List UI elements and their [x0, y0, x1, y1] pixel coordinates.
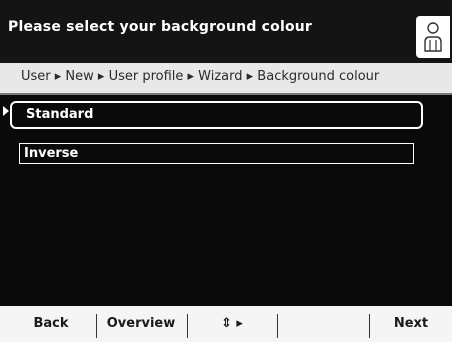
back-button[interactable]: Back [16, 306, 86, 342]
overview-button[interactable]: Overview [98, 306, 184, 342]
navigate-button[interactable]: ⇕ ▸ [190, 306, 274, 342]
option-inverse[interactable]: Inverse [19, 143, 414, 164]
blank-softkey[interactable] [280, 306, 366, 342]
option-label: Inverse [24, 146, 79, 161]
breadcrumb-bar: User ▸ New ▸ User profile ▸ Wizard ▸ Bac… [0, 63, 452, 95]
title-bar: Please select your background colour [0, 0, 452, 63]
softkey-bar: Back Overview ⇕ ▸ Next [0, 306, 452, 342]
option-label: Standard [26, 107, 94, 122]
page-title: Please select your background colour [8, 19, 313, 35]
user-icon [416, 16, 450, 58]
softkey-divider [277, 314, 278, 338]
next-button[interactable]: Next [372, 306, 450, 342]
selection-arrow-icon [3, 106, 9, 116]
option-standard[interactable]: Standard [10, 101, 423, 129]
softkey-divider [96, 314, 97, 338]
screen: Please select your background colour Use… [0, 0, 452, 342]
breadcrumb: User ▸ New ▸ User profile ▸ Wizard ▸ Bac… [21, 69, 380, 84]
softkey-divider [187, 314, 188, 338]
softkey-divider [369, 314, 370, 338]
